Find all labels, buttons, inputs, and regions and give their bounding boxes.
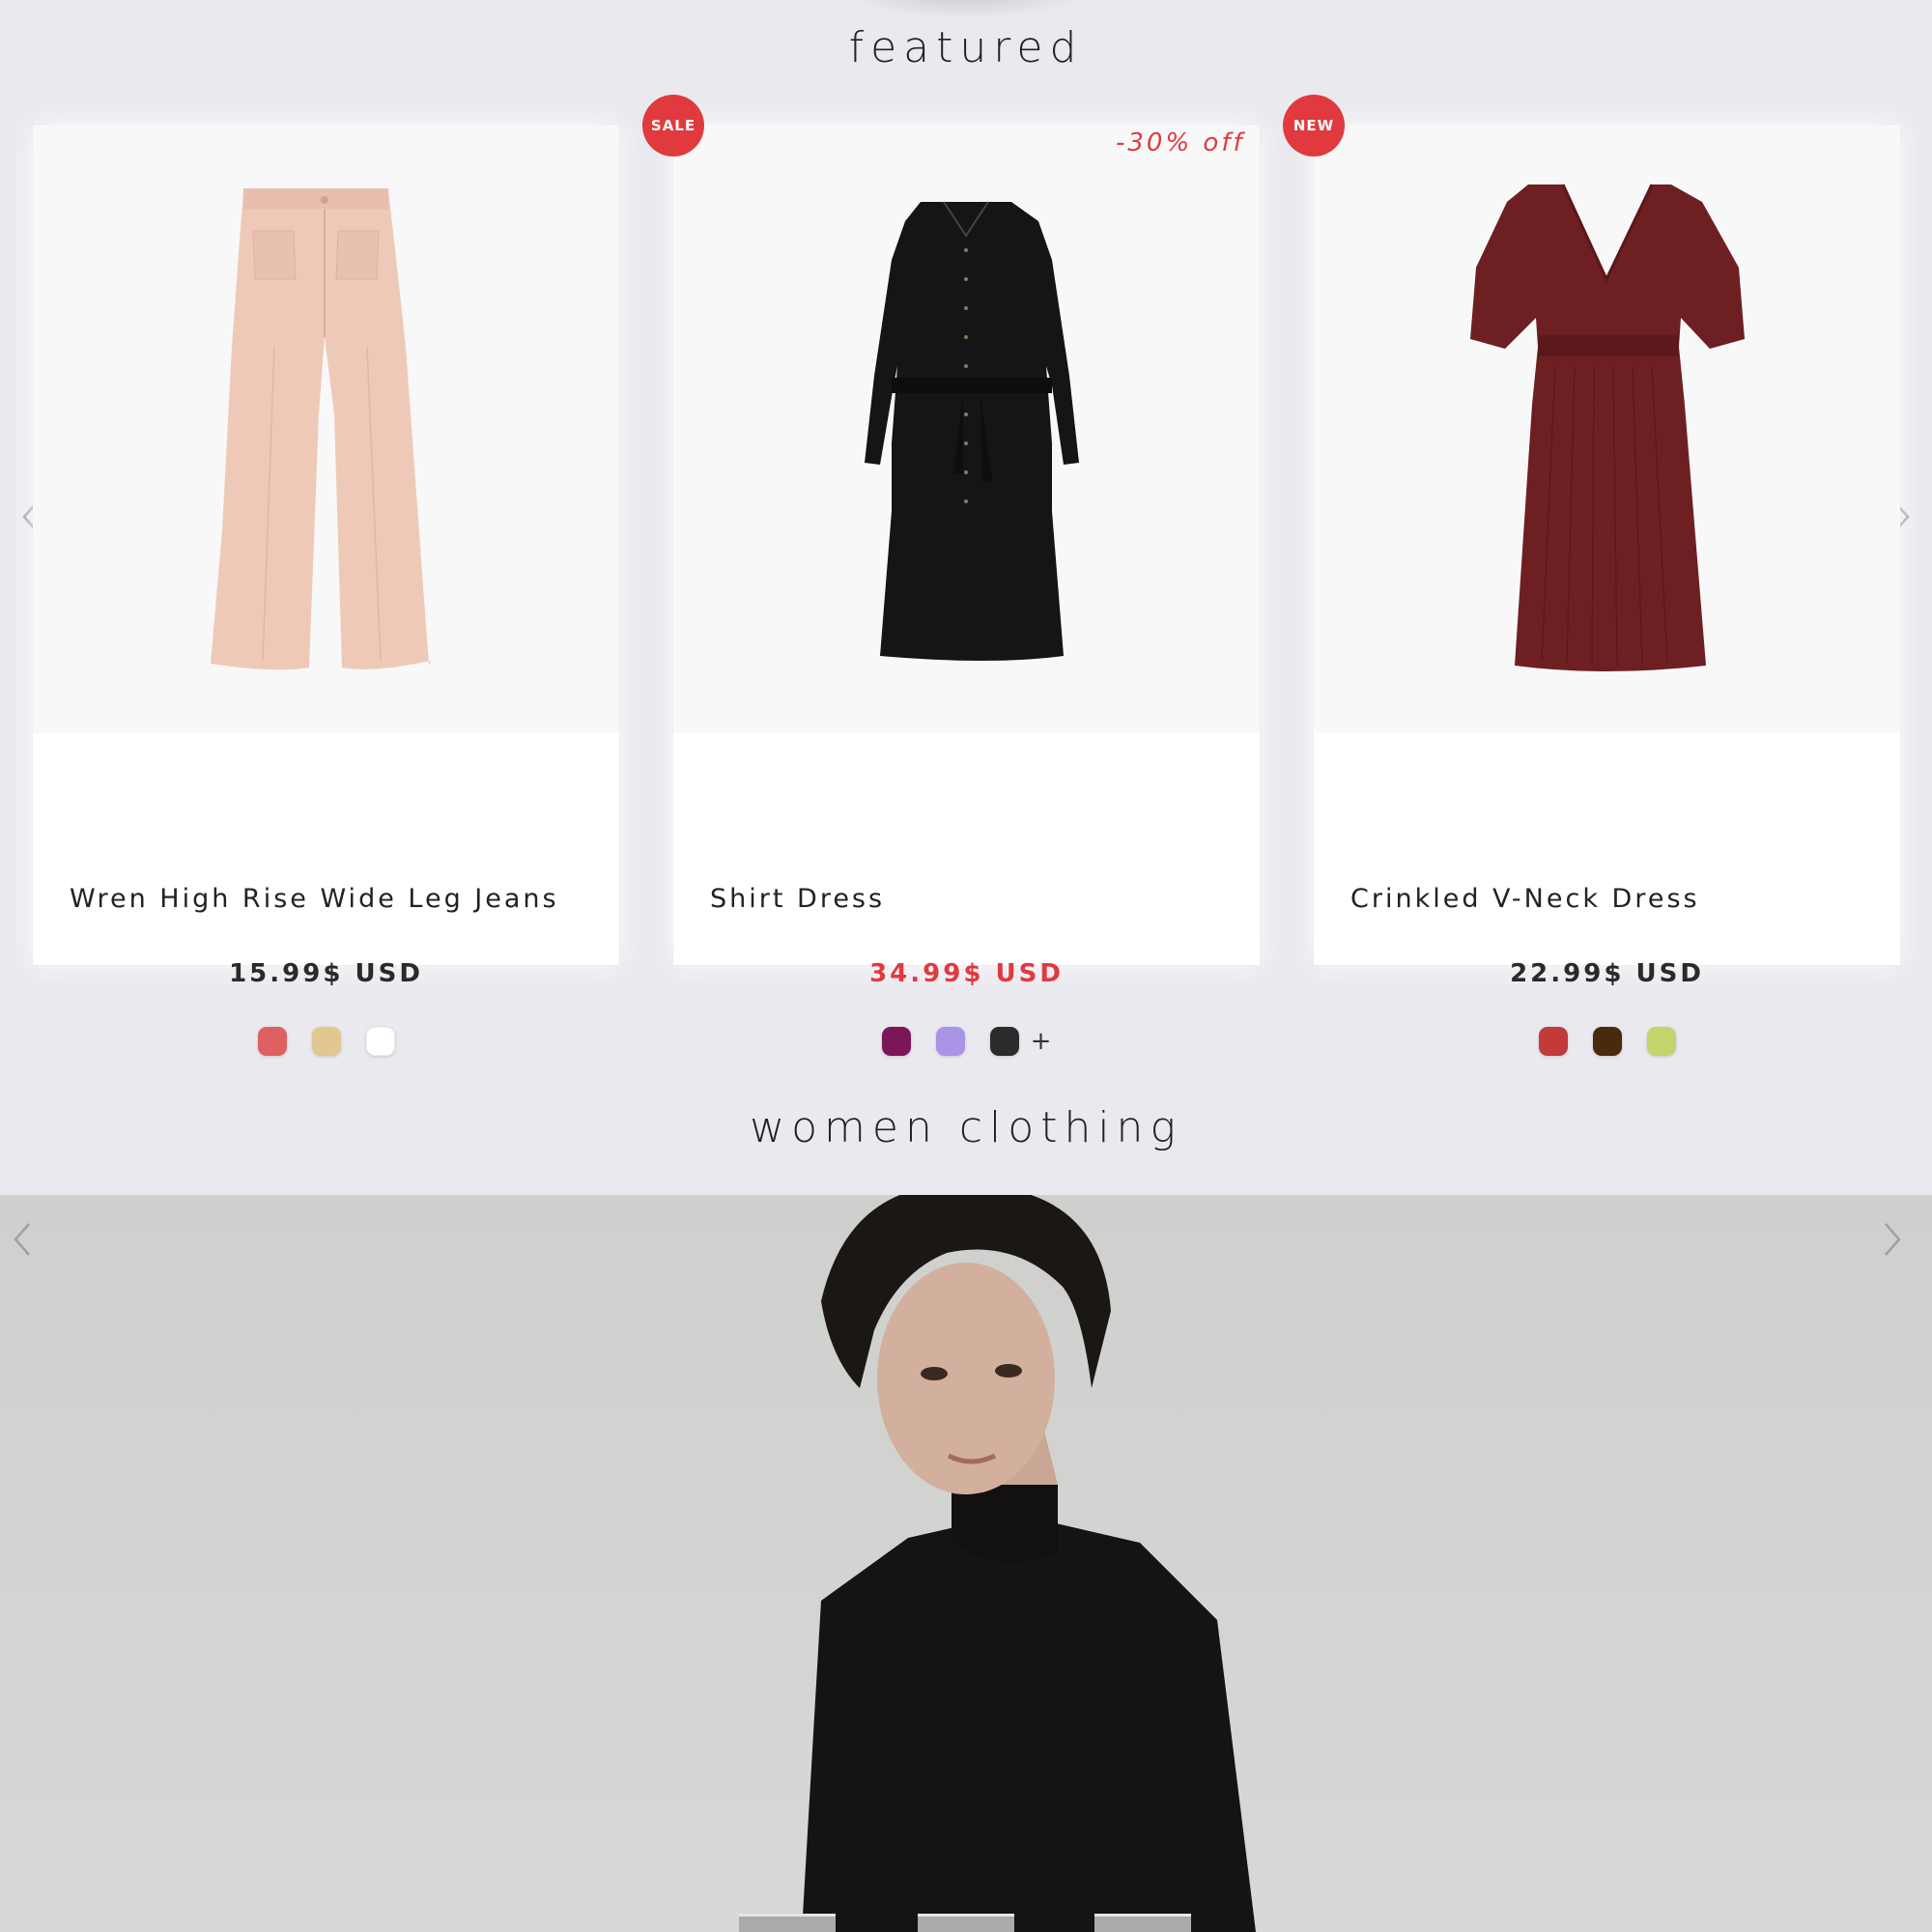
product-card[interactable]: Crinkled V-Neck Dress 22.99$ USD bbox=[1314, 125, 1900, 1056]
hero-next-button[interactable] bbox=[1882, 1220, 1920, 1278]
product-name[interactable]: Wren High Rise Wide Leg Jeans bbox=[70, 884, 559, 914]
thumbnail[interactable] bbox=[918, 1914, 1014, 1932]
discount-label: -30% off bbox=[1116, 128, 1245, 157]
wide-leg-jeans-image bbox=[211, 188, 431, 670]
color-swatch-brown[interactable] bbox=[1592, 1027, 1622, 1056]
more-colors-button[interactable]: + bbox=[1031, 1027, 1052, 1056]
product-price: 22.99$ USD bbox=[1510, 959, 1704, 988]
color-swatch-red[interactable] bbox=[1538, 1027, 1568, 1056]
hero-thumbnails bbox=[739, 1914, 1193, 1932]
shirt-dress-image bbox=[865, 201, 1079, 661]
color-swatches bbox=[33, 1027, 619, 1056]
product-image[interactable] bbox=[673, 125, 1260, 733]
product-image[interactable] bbox=[1314, 125, 1900, 733]
new-badge: NEW bbox=[1283, 95, 1345, 156]
crinkled-v-neck-dress-image bbox=[1470, 184, 1745, 671]
women-clothing-section-title: women clothing bbox=[750, 1103, 1182, 1152]
color-swatch-beige[interactable] bbox=[311, 1027, 341, 1056]
top-decoration bbox=[831, 0, 1101, 19]
color-swatch-lavender[interactable] bbox=[935, 1027, 965, 1056]
color-swatch-lime[interactable] bbox=[1646, 1027, 1676, 1056]
product-card[interactable]: Shirt Dress 34.99$ USD + bbox=[673, 125, 1260, 1056]
color-swatches bbox=[1314, 1027, 1900, 1056]
hero-prev-button[interactable] bbox=[12, 1220, 50, 1278]
product-price: 34.99$ USD bbox=[869, 959, 1064, 988]
color-swatch-black[interactable] bbox=[989, 1027, 1019, 1056]
thumbnail[interactable] bbox=[739, 1914, 836, 1932]
color-swatch-white[interactable] bbox=[365, 1027, 395, 1056]
chevron-right-icon bbox=[1885, 1223, 1901, 1256]
product-name[interactable]: Shirt Dress bbox=[710, 884, 885, 914]
product-image[interactable] bbox=[33, 125, 619, 733]
color-swatches: + bbox=[673, 1027, 1260, 1056]
color-swatch-red[interactable] bbox=[257, 1027, 287, 1056]
thumbnail[interactable] bbox=[1094, 1914, 1191, 1932]
model-photo bbox=[802, 1195, 1256, 1932]
product-price: 15.99$ USD bbox=[229, 959, 423, 988]
featured-section-title: featured bbox=[848, 23, 1084, 72]
chevron-left-icon bbox=[14, 1223, 30, 1256]
sale-badge: SALE bbox=[642, 95, 704, 156]
color-swatch-plum[interactable] bbox=[881, 1027, 911, 1056]
product-card[interactable]: Wren High Rise Wide Leg Jeans 15.99$ USD bbox=[33, 125, 619, 1056]
women-clothing-hero-image[interactable] bbox=[0, 1195, 1932, 1932]
product-name[interactable]: Crinkled V-Neck Dress bbox=[1350, 884, 1700, 914]
